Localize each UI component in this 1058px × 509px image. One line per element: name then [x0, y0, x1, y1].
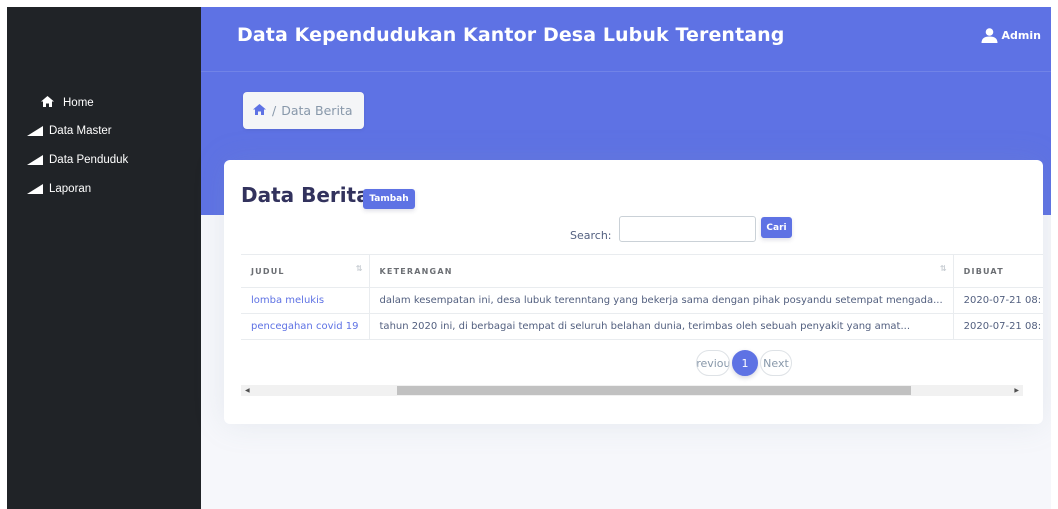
scroll-right-icon[interactable]: ▶: [1014, 387, 1019, 394]
triangle-icon: [27, 155, 43, 165]
column-header-keterangan[interactable]: KETERANGAN ⇅: [368, 254, 954, 288]
column-header-judul[interactable]: JUDUL ⇅: [241, 254, 370, 288]
sidebar-item-data-penduduk[interactable]: Data Penduduk: [27, 154, 128, 166]
app-frame: Home Data Master Data Penduduk Laporan D…: [7, 7, 1051, 509]
user-menu[interactable]: Admin: [981, 28, 1041, 43]
search-button[interactable]: Cari: [761, 217, 792, 238]
column-header-dibuat[interactable]: DIBUAT: [952, 254, 1043, 288]
pagination: Previous 1 Next: [696, 350, 792, 376]
sidebar-item-home[interactable]: Home: [41, 96, 94, 110]
home-icon: [41, 96, 63, 110]
triangle-icon: [27, 126, 43, 136]
sidebar-item-label: Data Penduduk: [49, 154, 129, 166]
table-row: pencegahan covid 19 tahun 2020 ini, di b…: [241, 313, 1043, 340]
search-label: Search:: [570, 229, 612, 242]
news-description: tahun 2020 ini, di berbagai tempat di se…: [368, 313, 954, 340]
sidebar-item-laporan[interactable]: Laporan: [27, 183, 91, 195]
sidebar: Home Data Master Data Penduduk Laporan: [7, 7, 201, 509]
breadcrumb: / Data Berita: [243, 92, 364, 129]
news-table: JUDUL ⇅ KETERANGAN ⇅ DIBUAT lomba meluki…: [241, 254, 1043, 340]
table-header-row: JUDUL ⇅ KETERANGAN ⇅ DIBUAT: [241, 254, 1043, 288]
content-card: Data Berita Tambah Search: Cari JUDUL ⇅ …: [224, 160, 1043, 424]
home-icon[interactable]: [253, 103, 266, 118]
breadcrumb-separator: /: [272, 103, 277, 118]
scrollbar-thumb[interactable]: [397, 386, 911, 395]
app-title: Data Kependudukan Kantor Desa Lubuk Tere…: [237, 24, 785, 46]
sort-icon: ⇅: [939, 264, 947, 273]
table-row: lomba melukis dalam kesempatan ini, desa…: [241, 287, 1043, 314]
sidebar-item-data-master[interactable]: Data Master: [27, 125, 112, 137]
sidebar-item-label: Laporan: [49, 183, 92, 195]
page-title: Data Berita: [241, 183, 370, 207]
top-navbar: Data Kependudukan Kantor Desa Lubuk Tere…: [201, 7, 1051, 72]
search-input[interactable]: [619, 216, 756, 242]
previous-page-button[interactable]: Previous: [696, 350, 730, 376]
user-name: Admin: [1001, 29, 1041, 42]
news-title-link[interactable]: lomba melukis: [241, 287, 370, 314]
horizontal-scrollbar[interactable]: ◀ ▶: [241, 385, 1023, 396]
table-container: JUDUL ⇅ KETERANGAN ⇅ DIBUAT lomba meluki…: [241, 254, 1043, 350]
sort-icon: ⇅: [355, 264, 363, 273]
next-page-button[interactable]: Next: [760, 350, 792, 376]
add-button[interactable]: Tambah: [363, 189, 415, 209]
page-1-button[interactable]: 1: [732, 350, 758, 376]
triangle-icon: [27, 184, 43, 194]
sidebar-item-label: Data Master: [49, 125, 112, 137]
news-created-date: 2020-07-21 08:: [952, 287, 1043, 314]
news-description: dalam kesempatan ini, desa lubuk terennt…: [368, 287, 954, 314]
news-title-link[interactable]: pencegahan covid 19: [241, 313, 370, 340]
news-created-date: 2020-07-21 08:: [952, 313, 1043, 340]
sidebar-item-label: Home: [63, 97, 94, 109]
user-icon: [981, 28, 998, 43]
scroll-left-icon[interactable]: ◀: [245, 387, 250, 394]
breadcrumb-current: Data Berita: [281, 103, 353, 118]
